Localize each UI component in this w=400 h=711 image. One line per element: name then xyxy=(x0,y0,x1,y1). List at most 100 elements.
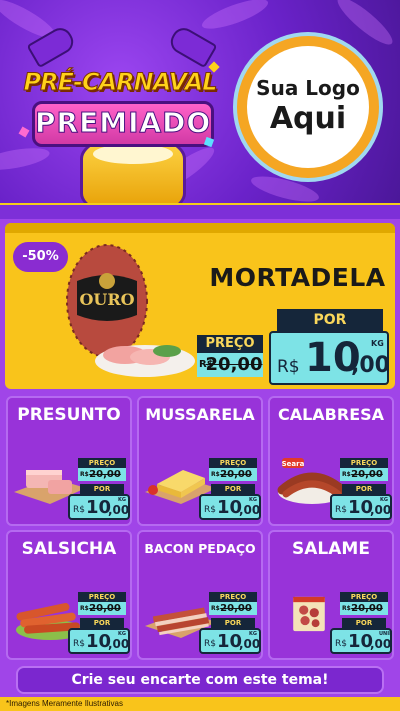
price-label: PREÇO xyxy=(78,458,126,468)
currency: R$ xyxy=(335,505,347,515)
price-cents: ,00 xyxy=(239,503,261,517)
price-unit: UNID xyxy=(379,631,394,637)
disclaimer: *Imagens Meramente Ilustrativas xyxy=(6,699,123,708)
price-cents: ,00 xyxy=(108,503,130,517)
price-cents: ,00 xyxy=(370,503,392,517)
price-unit: KG xyxy=(380,497,388,503)
old-price: R$ 20,00 xyxy=(340,602,388,615)
mortadela-brand: OURO xyxy=(79,290,134,309)
currency: R$ xyxy=(335,639,347,649)
price-tag: PREÇO R$ 20,00 POR R$ 10 ,00 UNID xyxy=(328,592,392,658)
por-label: POR xyxy=(80,618,124,628)
product-card: SALAME PREÇO R$ 20,00 POR R$ 10 ,00 UNID xyxy=(268,530,394,660)
new-price: R$ 10 ,00 UNID xyxy=(330,628,392,654)
price-cents: ,00 xyxy=(370,637,392,651)
divider xyxy=(0,205,400,219)
old-price: R$ 20,00 xyxy=(340,468,388,481)
new-price: R$ 10 ,00 KG xyxy=(269,331,390,385)
title-line-1: PRÉ-CARNAVAL xyxy=(23,68,218,97)
old-currency: R$ xyxy=(211,605,220,612)
old-price: R$ 20,00 xyxy=(209,602,257,615)
price-label: PREÇO xyxy=(197,335,263,353)
price-tag: PREÇO R$ 20,00 POR R$ 10 ,00 KG xyxy=(328,458,392,524)
product-card: SALSICHA PREÇO R$ 20,00 POR R$ 10 ,00 KG xyxy=(6,530,132,660)
brand-label: Seara xyxy=(282,460,305,468)
product-name: SALSICHA xyxy=(21,539,117,559)
price-label: PREÇO xyxy=(78,592,126,602)
old-currency: R$ xyxy=(80,471,89,478)
new-price: R$ 10 ,00 KG xyxy=(330,494,392,520)
featured-product-name: MORTADELA xyxy=(209,263,386,292)
mortadela-image: OURO xyxy=(66,244,195,377)
old-currency: R$ xyxy=(80,605,89,612)
por-label: POR xyxy=(211,618,255,628)
currency: R$ xyxy=(73,639,85,649)
horn-icon xyxy=(166,23,218,69)
por-label: POR xyxy=(342,618,386,628)
discount-badge: -50% xyxy=(13,242,68,272)
confetti-icon xyxy=(18,126,30,138)
price-unit: KG xyxy=(118,631,126,637)
product-name: CALABRESA xyxy=(277,405,385,424)
old-price: R$ 20,00 xyxy=(78,468,126,481)
price-unit: KG xyxy=(371,339,384,348)
price-tag: PREÇO R$ 20,00 POR R$ 10 ,00 KG xyxy=(197,592,261,658)
product-name: BACON PEDAÇO xyxy=(144,541,256,556)
por-label: POR xyxy=(211,484,255,494)
old-price-value: 20,00 xyxy=(89,469,121,480)
price-cents: ,00 xyxy=(239,637,261,651)
create-flyer-button[interactable]: Crie seu encarte com este tema! xyxy=(16,666,384,694)
title-line-2-box: PREMIADO xyxy=(32,101,214,147)
currency: R$ xyxy=(204,639,216,649)
featured-card: OURO -50% MORTADELA PREÇO R$ 20,00 POR R… xyxy=(5,223,395,389)
por-label: POR xyxy=(342,484,386,494)
price-cents: ,00 xyxy=(351,353,390,378)
logo-text-line-1: Sua Logo xyxy=(256,76,360,100)
old-price-value: 20,00 xyxy=(351,603,383,614)
old-price-value: 20,00 xyxy=(89,603,121,614)
price-unit: KG xyxy=(249,631,257,637)
old-price: R$ 20,00 xyxy=(197,353,263,377)
price-cents: ,00 xyxy=(108,637,130,651)
currency: R$ xyxy=(204,505,216,515)
price-label: PREÇO xyxy=(340,592,388,602)
old-price-value: 20,00 xyxy=(220,469,252,480)
por-label: POR xyxy=(277,309,383,331)
new-price: R$ 10 ,00 KG xyxy=(199,628,261,654)
logo-circle: Sua Logo Aqui xyxy=(247,46,369,168)
currency: R$ xyxy=(277,357,300,377)
salami-pack-icon xyxy=(293,596,325,632)
new-price: R$ 10 ,00 KG xyxy=(68,494,130,520)
price-label: PREÇO xyxy=(209,592,257,602)
product-card: BACON PEDAÇO PREÇO R$ 20,00 POR R$ 10 ,0… xyxy=(137,530,263,660)
price-tag: PREÇO R$ 20,00 POR R$ 10 ,00 KG xyxy=(66,458,130,524)
old-currency: R$ xyxy=(342,605,351,612)
price-tag: PREÇO R$ 20,00 POR R$ 10 ,00 KG xyxy=(66,592,130,658)
featured-section: OURO -50% MORTADELA PREÇO R$ 20,00 POR R… xyxy=(0,219,400,391)
product-name: SALAME xyxy=(292,539,370,559)
logo-text-line-2: Aqui xyxy=(269,101,347,136)
product-name: PRESUNTO xyxy=(17,405,121,425)
header: PRÉ-CARNAVAL PREMIADO Sua Logo Aqui xyxy=(0,0,400,205)
title-banner: PRÉ-CARNAVAL PREMIADO xyxy=(18,23,220,205)
product-card: CALABRESA Seara PREÇO R$ 20,00 POR R$ 10… xyxy=(268,396,394,526)
price-label: PREÇO xyxy=(209,458,257,468)
price-tag: PREÇO R$ 20,00 POR R$ 10 ,00 KG xyxy=(197,458,261,524)
new-price: R$ 10 ,00 KG xyxy=(199,494,261,520)
product-card: MUSSARELA PREÇO R$ 20,00 POR R$ 10 ,00 K… xyxy=(137,396,263,526)
old-price: R$ 20,00 xyxy=(209,468,257,481)
new-price: R$ 10 ,00 KG xyxy=(68,628,130,654)
product-name: MUSSARELA xyxy=(145,405,255,424)
featured-price-tag: PREÇO R$ 20,00 POR R$ 10 ,00 KG xyxy=(197,309,390,387)
por-label: POR xyxy=(80,484,124,494)
price-unit: KG xyxy=(118,497,126,503)
price-label: PREÇO xyxy=(340,458,388,468)
price-unit: KG xyxy=(249,497,257,503)
currency: R$ xyxy=(73,505,85,515)
old-currency: R$ xyxy=(211,471,220,478)
logo-placeholder: Sua Logo Aqui xyxy=(233,32,383,182)
old-currency: R$ xyxy=(342,471,351,478)
old-price-value: 20,00 xyxy=(220,603,252,614)
horn-icon xyxy=(26,23,78,69)
product-card: PRESUNTO PREÇO R$ 20,00 POR R$ 10 ,00 KG xyxy=(6,396,132,526)
